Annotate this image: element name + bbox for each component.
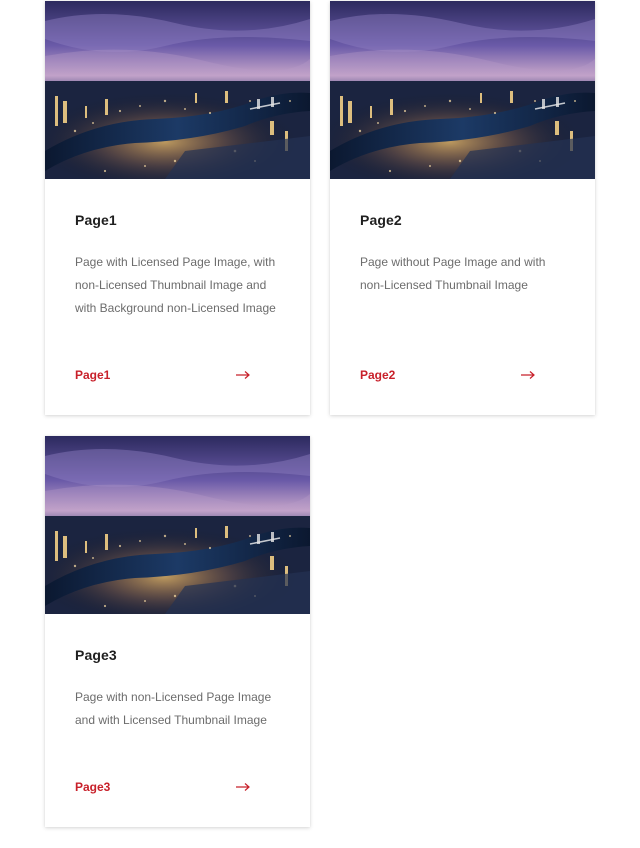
card-link-label[interactable]: Page2 — [360, 368, 395, 382]
arrow-right-icon[interactable] — [520, 370, 536, 380]
card-image[interactable] — [45, 1, 310, 179]
city-photo — [45, 1, 310, 179]
card-page1: Page1 Page with Licensed Page Image, wit… — [45, 1, 310, 415]
card-page3: Page3 Page with non-Licensed Page Image … — [45, 436, 310, 827]
card-description: Page with Licensed Page Image, with non-… — [75, 255, 276, 315]
card-image[interactable] — [330, 1, 595, 179]
card-description: Page with non-Licensed Page Image and wi… — [75, 690, 272, 727]
card-page2: Page2 Page without Page Image and with n… — [330, 1, 595, 415]
arrow-right-icon[interactable] — [235, 370, 251, 380]
arrow-right-icon[interactable] — [235, 782, 251, 792]
card-description: Page without Page Image and with non-Lic… — [360, 255, 546, 292]
card-title[interactable]: Page3 — [75, 647, 117, 663]
card-link[interactable]: Page1 — [75, 365, 251, 385]
card-link-label[interactable]: Page1 — [75, 368, 110, 382]
city-photo — [330, 1, 595, 179]
city-photo — [45, 436, 310, 614]
page-grid: Page1 Page with Licensed Page Image, wit… — [0, 0, 640, 848]
card-link[interactable]: Page3 — [75, 777, 251, 797]
card-title[interactable]: Page1 — [75, 212, 117, 228]
card-title[interactable]: Page2 — [360, 212, 402, 228]
card-image[interactable] — [45, 436, 310, 614]
card-link[interactable]: Page2 — [360, 365, 536, 385]
card-link-label[interactable]: Page3 — [75, 780, 110, 794]
